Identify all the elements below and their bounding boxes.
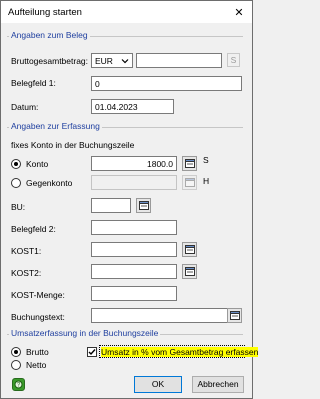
brutto-radio-label: Brutto	[26, 347, 49, 357]
kost2-input[interactable]	[91, 264, 177, 279]
window-title: Aufteilung starten	[8, 7, 82, 18]
brutto-radio[interactable]	[11, 347, 21, 357]
kost2-label: KOST2:	[11, 268, 42, 278]
lookup-icon	[184, 178, 195, 187]
gegenkonto-radio-label: Gegenkonto	[26, 178, 73, 188]
umsatz-prozent-checkbox[interactable]	[87, 347, 97, 357]
dialog-window: Aufteilung starten ✕ Angaben zum Beleg B…	[0, 0, 259, 399]
gegenkonto-lookup-button[interactable]	[182, 175, 197, 190]
bu-label: BU:	[11, 202, 26, 212]
lookup-icon	[184, 245, 195, 254]
title-bar[interactable]: Aufteilung starten ✕	[1, 1, 252, 23]
belegfeld1-input[interactable]: 0	[91, 76, 242, 91]
kost2-lookup-button[interactable]	[182, 264, 197, 279]
belegfeld2-label: Belegfeld 2:	[11, 224, 56, 234]
help-icon: ?	[14, 380, 23, 389]
amount-input[interactable]	[136, 53, 222, 68]
netto-radio[interactable]	[11, 360, 21, 370]
close-button[interactable]: ✕	[226, 1, 252, 23]
section-heading-umsatz: Umsatzerfassung in der Buchungszeile	[9, 328, 161, 338]
konto-input[interactable]: 1800.0	[91, 156, 177, 171]
help-button[interactable]: ?	[12, 378, 25, 391]
bu-input[interactable]	[91, 198, 131, 213]
ok-button[interactable]: OK	[134, 376, 182, 393]
konto-lookup-button[interactable]	[182, 156, 197, 171]
buchungstext-lookup-button[interactable]	[227, 308, 242, 323]
lookup-icon	[138, 201, 149, 210]
section-heading-beleg: Angaben zum Beleg	[9, 30, 90, 40]
belegfeld2-input[interactable]	[91, 220, 177, 235]
belegfeld1-label: Belegfeld 1:	[11, 78, 56, 88]
lookup-icon	[184, 159, 195, 168]
close-icon: ✕	[234, 6, 244, 19]
gegenkonto-suffix: H	[203, 176, 210, 186]
konto-radio-label: Konto	[26, 159, 49, 169]
bruttogesamtbetrag-label: Bruttogesamtbetrag:	[11, 56, 89, 66]
currency-value: EUR	[95, 56, 113, 66]
kost1-label: KOST1:	[11, 246, 42, 256]
lookup-icon	[184, 267, 195, 276]
konto-suffix: S	[203, 155, 209, 165]
cancel-button[interactable]: Abbrechen	[192, 376, 244, 393]
gegenkonto-radio[interactable]	[11, 178, 21, 188]
umsatz-prozent-label[interactable]: Umsatz in % vom Gesamtbetrag erfassen	[101, 347, 259, 357]
section-heading-erfassung: Angaben zur Erfassung	[9, 121, 102, 131]
bu-lookup-button[interactable]	[136, 198, 151, 213]
kost1-input[interactable]	[91, 242, 177, 257]
currency-select[interactable]: EUR	[91, 53, 133, 68]
kostmenge-label: KOST-Menge:	[11, 290, 65, 300]
buchungstext-input[interactable]	[91, 308, 242, 323]
amount-suffix: S	[227, 53, 240, 67]
kost1-lookup-button[interactable]	[182, 242, 197, 257]
chevron-down-icon	[121, 59, 129, 64]
buchungstext-label: Buchungstext:	[11, 312, 65, 322]
konto-radio[interactable]	[11, 159, 21, 169]
datum-input[interactable]: 01.04.2023	[91, 99, 174, 114]
gegenkonto-input[interactable]	[91, 175, 177, 190]
datum-label: Datum:	[11, 102, 39, 112]
netto-radio-label: Netto	[26, 360, 47, 370]
kostmenge-input[interactable]	[91, 286, 177, 301]
lookup-icon	[229, 311, 240, 320]
fixes-konto-label: fixes Konto in der Buchungszeile	[11, 140, 135, 150]
checkmark-icon	[88, 349, 96, 356]
